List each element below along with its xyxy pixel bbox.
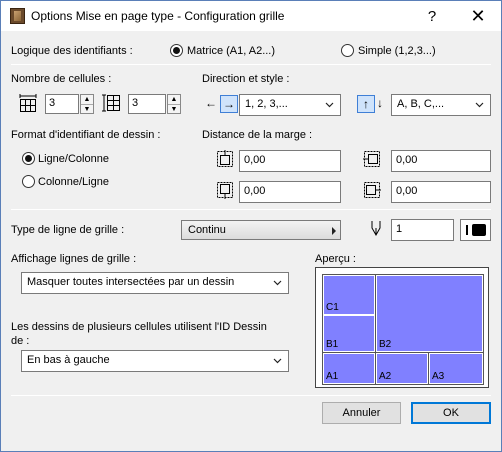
cancel-button[interactable]: Annuler: [322, 402, 401, 424]
grid-preview: C1 B1 B2 A1 A2 A3: [315, 267, 489, 388]
direction-label: Direction et style :: [202, 73, 290, 85]
matrix-radio[interactable]: [170, 44, 183, 57]
grid-display-select[interactable]: Masquer toutes intersectées par un dessi…: [21, 272, 289, 294]
close-button[interactable]: ✕: [455, 1, 501, 31]
grid-line-label: Type de ligne de grille :: [11, 224, 125, 236]
col-row-radio-label[interactable]: Colonne/Ligne: [38, 176, 109, 188]
margin-left-input[interactable]: 0,00: [391, 150, 491, 172]
columns-stepper[interactable]: ▲ ▼: [80, 94, 94, 114]
separator: [11, 209, 491, 210]
preview-cell: A2: [376, 353, 428, 384]
separator: [11, 64, 491, 65]
chevron-down-icon: [273, 280, 282, 286]
grid-preview-area: C1 B1 B2 A1 A2 A3: [322, 274, 484, 385]
vertical-style-value: A, B, C,...: [397, 98, 445, 110]
separator: [11, 395, 491, 396]
pen-number-input[interactable]: 1: [391, 219, 454, 241]
margin-right-input[interactable]: 0,00: [391, 181, 491, 203]
preview-cell: B2: [376, 275, 483, 352]
id-logic-label: Logique des identifiants :: [11, 45, 133, 57]
multi-cell-value: En bas à gauche: [27, 354, 110, 366]
simple-radio-label[interactable]: Simple (1,2,3...): [358, 45, 436, 57]
margins-label: Distance de la marge :: [202, 129, 313, 141]
chevron-down-icon: [475, 102, 484, 108]
multi-cell-label-line1: Les dessins de plusieurs cellules utilis…: [11, 321, 267, 333]
multi-cell-select[interactable]: En bas à gauche: [21, 350, 289, 372]
chevron-down-icon: [325, 102, 334, 108]
line-type-value: Continu: [188, 224, 226, 236]
pen-icon: [371, 221, 381, 237]
chevron-down-icon: [273, 358, 282, 364]
title-bar: Options Mise en page type - Configuratio…: [1, 1, 501, 31]
columns-input[interactable]: 3: [45, 94, 79, 114]
columns-grid-icon: [19, 94, 37, 112]
preview-cell: A3: [429, 353, 483, 384]
simple-radio[interactable]: [341, 44, 354, 57]
margin-top-input[interactable]: 0,00: [239, 150, 341, 172]
pen-color-button[interactable]: [460, 219, 491, 241]
window-title: Options Mise en page type - Configuratio…: [31, 9, 285, 23]
down-arrow-button[interactable]: ↓: [377, 96, 383, 110]
preview-label: Aperçu :: [315, 253, 356, 265]
grid-display-value: Masquer toutes intersectées par un dessi…: [27, 276, 235, 288]
row-col-radio[interactable]: [22, 152, 35, 165]
help-button[interactable]: ?: [409, 1, 455, 31]
preview-cell: B1: [323, 315, 375, 352]
margin-right-icon: [364, 182, 381, 198]
horizontal-style-select[interactable]: 1, 2, 3,...: [239, 94, 341, 116]
cell-count-label: Nombre de cellules :: [11, 73, 112, 85]
matrix-radio-label[interactable]: Matrice (A1, A2...): [187, 45, 275, 57]
preview-cell: A1: [323, 353, 375, 384]
margin-bottom-input[interactable]: 0,00: [239, 181, 341, 203]
row-col-radio-label[interactable]: Ligne/Colonne: [38, 153, 109, 165]
margin-bottom-icon: [217, 182, 233, 199]
multi-cell-label-line2: de :: [11, 335, 30, 347]
col-row-radio[interactable]: [22, 175, 35, 188]
left-arrow-button[interactable]: ←: [205, 96, 217, 110]
up-arrow-button[interactable]: ↑: [357, 95, 375, 113]
ok-button[interactable]: OK: [411, 402, 491, 424]
preview-cell: C1: [323, 275, 375, 315]
grid-display-label: Affichage lignes de grille :: [11, 253, 137, 265]
id-format-label: Format d'identifiant de dessin :: [11, 129, 161, 141]
right-arrow-button[interactable]: →: [220, 95, 238, 113]
rows-grid-icon: [102, 94, 120, 112]
margin-left-icon: [363, 151, 380, 167]
horizontal-style-value: 1, 2, 3,...: [245, 98, 288, 110]
rows-input[interactable]: 3: [128, 94, 166, 114]
margin-top-icon: [217, 150, 233, 167]
rows-stepper[interactable]: ▲ ▼: [167, 94, 181, 114]
chevron-right-icon: [332, 227, 336, 235]
app-icon: [10, 8, 25, 24]
dialog-window: Options Mise en page type - Configuratio…: [0, 0, 502, 452]
vertical-style-select[interactable]: A, B, C,...: [391, 94, 491, 116]
line-type-selector[interactable]: Continu: [181, 220, 341, 240]
